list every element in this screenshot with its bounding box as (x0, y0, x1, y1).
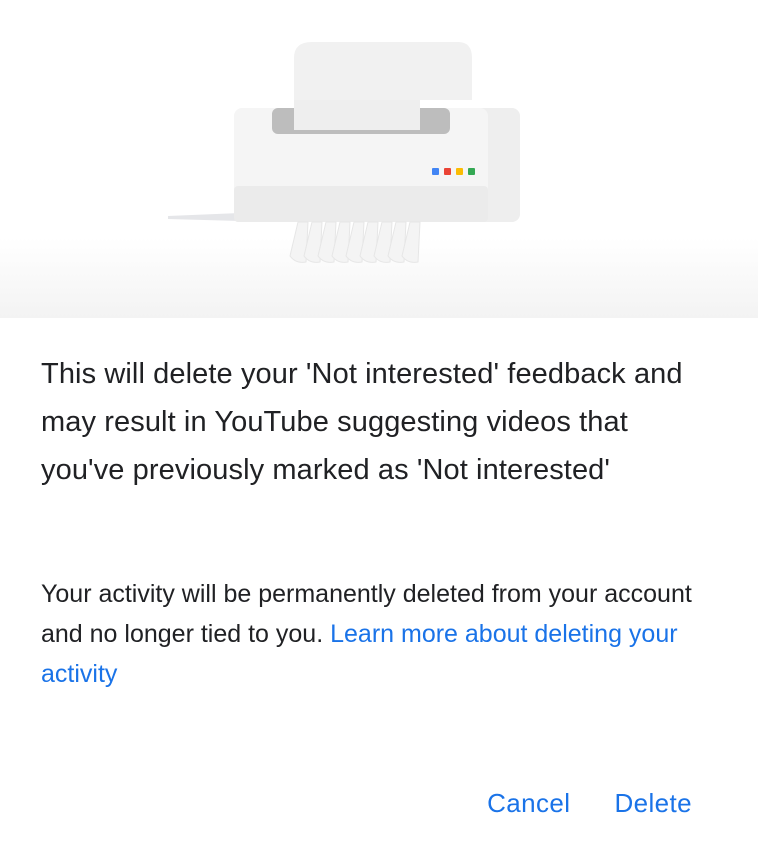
paper-shredder-illustration (168, 42, 520, 263)
dialog-body: Your activity will be permanently delete… (41, 574, 721, 694)
dialog-title: This will delete your 'Not interested' f… (41, 358, 683, 486)
indicator-dot-green (468, 168, 475, 175)
indicator-dot-yellow (456, 168, 463, 175)
delete-feedback-dialog: This will delete your 'Not interested' f… (0, 0, 758, 868)
illustration-banner (0, 0, 758, 318)
delete-button[interactable]: Delete (596, 782, 710, 825)
dialog-actions: Cancel Delete (469, 782, 710, 825)
indicator-dot-red (444, 168, 451, 175)
indicator-dot-blue (432, 168, 439, 175)
cancel-button[interactable]: Cancel (469, 782, 588, 825)
